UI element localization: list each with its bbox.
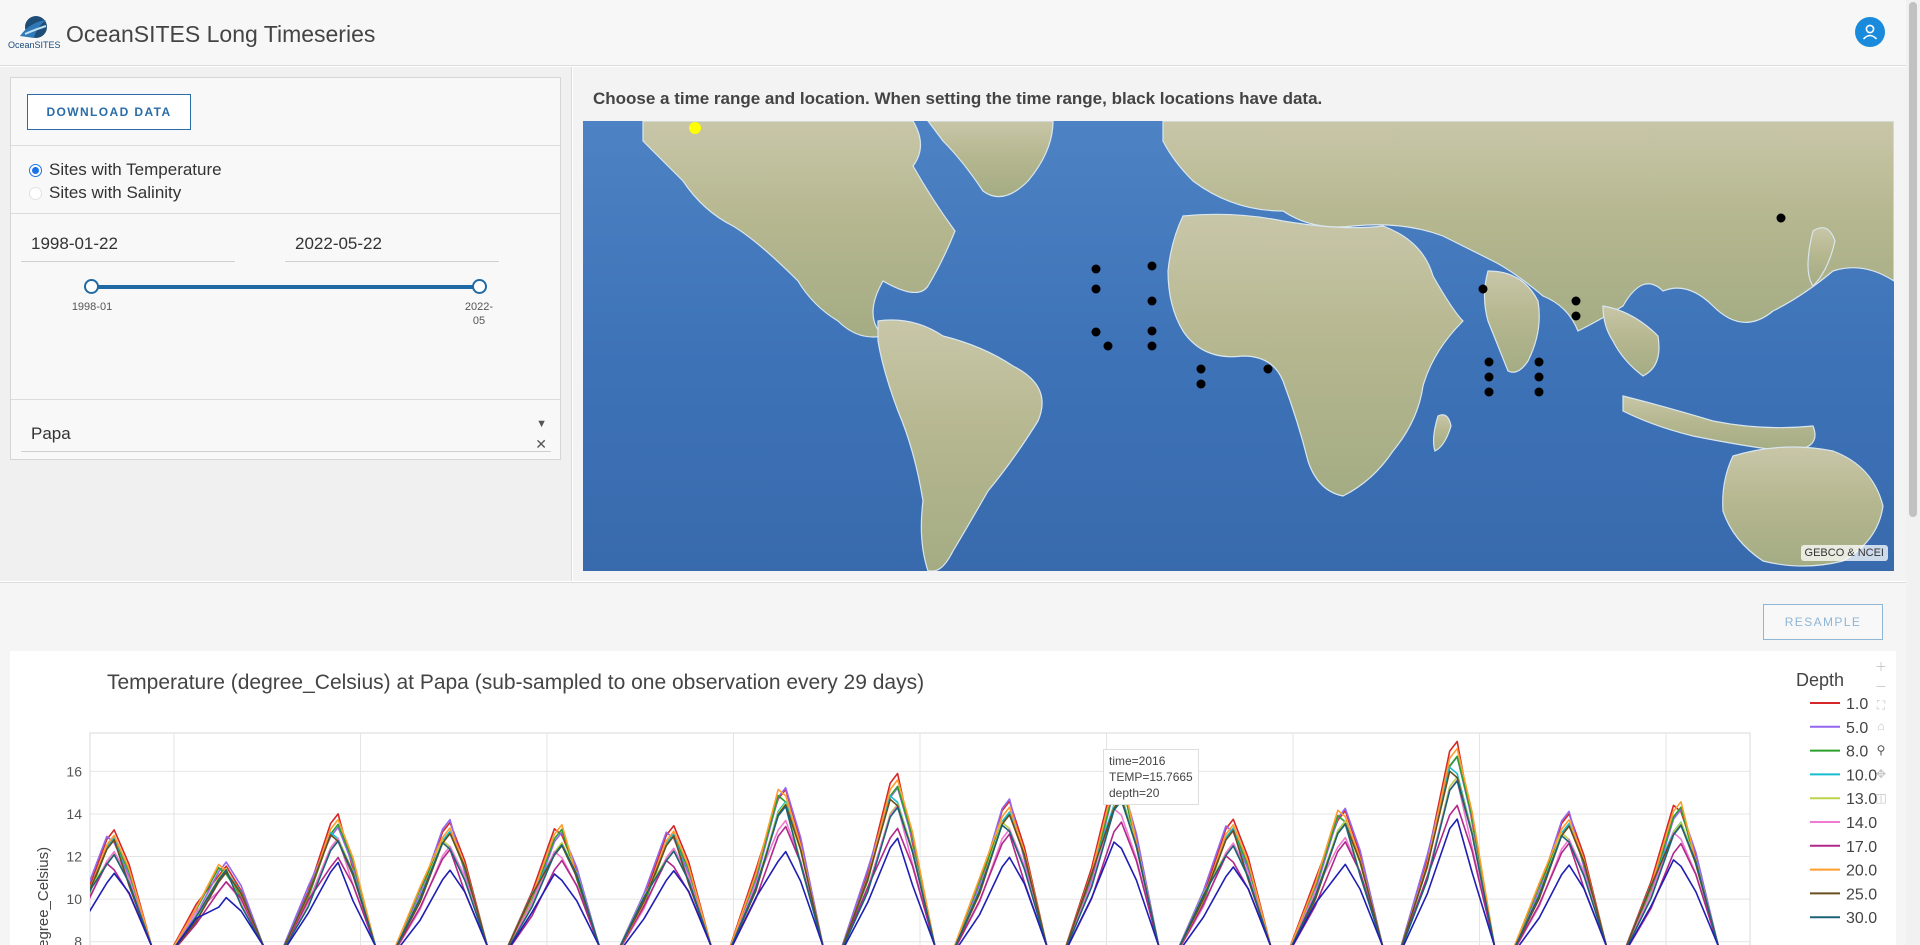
legend-item-label[interactable]: 1.0 xyxy=(1846,696,1868,713)
time-slider-track[interactable] xyxy=(91,285,479,289)
site-marker[interactable] xyxy=(1091,264,1101,274)
series-line-depth-31.0[interactable] xyxy=(55,818,1719,945)
site-marker[interactable] xyxy=(1147,326,1157,336)
legend-title: Depth xyxy=(1796,670,1845,690)
resample-button[interactable]: RESAMPLE xyxy=(1763,604,1883,640)
legend-item-label[interactable]: 13.0 xyxy=(1846,791,1877,808)
download-data-button[interactable]: DOWNLOAD DATA xyxy=(27,94,191,130)
site-marker[interactable] xyxy=(1147,341,1157,351)
site-marker[interactable] xyxy=(1147,261,1157,271)
tooltip-depth: depth=20 xyxy=(1109,786,1160,800)
site-marker[interactable] xyxy=(1571,296,1581,306)
user-icon xyxy=(1862,24,1878,40)
caret-down-icon[interactable]: ▼ xyxy=(536,418,547,430)
radio-temperature[interactable]: Sites with Temperature xyxy=(29,160,222,180)
app-header: OceanSITES OceanSITES Long Timeseries xyxy=(0,0,1906,66)
selected-site-marker[interactable] xyxy=(689,122,701,134)
site-dropdown[interactable]: Papa ▼ ✕ xyxy=(21,414,551,452)
chart-canvas[interactable]: 8 10 12 14 16 P (degree_Celsius) xyxy=(10,651,1896,945)
chart-card: Temperature (degree_Celsius) at Papa (su… xyxy=(10,651,1896,945)
legend-item-label[interactable]: 5.0 xyxy=(1846,720,1868,737)
slider-end-mark-year: 2022- xyxy=(464,301,494,313)
y-tick-label: 8 xyxy=(74,934,82,945)
site-marker[interactable] xyxy=(1091,284,1101,294)
home-icon[interactable]: ⌂ xyxy=(1874,719,1888,733)
logo-text: OceanSITES xyxy=(8,40,61,50)
site-marker[interactable] xyxy=(1196,364,1206,374)
pan-icon[interactable]: ✥ xyxy=(1874,767,1888,781)
chart-legend[interactable]: 1.05.08.010.013.014.017.020.025.030.031.… xyxy=(1796,693,1906,923)
y-tick-label: 10 xyxy=(66,891,82,907)
radio-salinity-dot[interactable] xyxy=(29,186,42,200)
radio-temperature-dot[interactable] xyxy=(29,163,42,177)
app-title: OceanSITES Long Timeseries xyxy=(66,21,376,47)
map-canvas[interactable] xyxy=(583,121,1894,571)
slider-start-mark: 1998-01 xyxy=(71,301,113,313)
site-marker[interactable] xyxy=(1534,387,1544,397)
chart-panel: RESAMPLE Temperature (degree_Celsius) at… xyxy=(0,582,1906,945)
legend-item-label[interactable]: 17.0 xyxy=(1846,839,1877,856)
slider-end-mark-month: 05 xyxy=(472,315,486,327)
y-tick-label: 12 xyxy=(66,849,82,865)
clear-icon[interactable]: ✕ xyxy=(535,436,547,453)
map-instruction: Choose a time range and location. When s… xyxy=(593,89,1323,108)
scrollbar-thumb[interactable] xyxy=(1909,2,1917,517)
legend-item-label[interactable]: 25.0 xyxy=(1846,886,1877,903)
site-marker[interactable] xyxy=(1103,341,1113,351)
site-marker[interactable] xyxy=(1484,372,1494,382)
site-dropdown-value: Papa xyxy=(31,424,71,443)
site-marker[interactable] xyxy=(1776,213,1786,223)
page-scrollbar[interactable] xyxy=(1906,0,1920,945)
download-section: DOWNLOAD DATA xyxy=(11,78,560,146)
site-marker[interactable] xyxy=(1484,387,1494,397)
camera-icon[interactable]: ◫ xyxy=(1874,791,1888,805)
legend-item-label[interactable]: 20.0 xyxy=(1846,863,1877,880)
time-slider-start-handle[interactable] xyxy=(84,279,99,294)
hover-tooltip: time=2016 TEMP=15.7665 depth=20 xyxy=(1103,749,1199,805)
chart-ylabel: P (degree_Celsius) xyxy=(35,847,52,945)
y-tick-label: 16 xyxy=(66,763,82,779)
variable-radio-group: Sites with Temperature Sites with Salini… xyxy=(11,146,560,214)
series-line-depth-8.0[interactable] xyxy=(55,755,1719,945)
zoom-out-icon[interactable]: － xyxy=(1874,678,1888,694)
site-select-section: Papa ▼ ✕ xyxy=(11,400,560,460)
tooltip-temp: TEMP=15.7665 xyxy=(1109,770,1193,784)
chart-series xyxy=(55,740,1719,945)
radio-salinity[interactable]: Sites with Salinity xyxy=(29,183,181,203)
radio-salinity-label: Sites with Salinity xyxy=(49,183,182,202)
user-account-button[interactable] xyxy=(1855,17,1885,47)
map-panel: Choose a time range and location. When s… xyxy=(573,67,1906,581)
radio-temperature-label: Sites with Temperature xyxy=(49,160,222,179)
y-tick-label: 14 xyxy=(66,806,82,822)
site-marker[interactable] xyxy=(1147,296,1157,306)
time-range-section: 1998-01-22 2022-05-22 1998-01 2022- 05 xyxy=(11,214,560,400)
site-marker[interactable] xyxy=(1534,357,1544,367)
legend-item-label[interactable]: 14.0 xyxy=(1846,815,1877,832)
map-attribution: GEBCO & NCEI xyxy=(1800,545,1888,561)
legend-item-label[interactable]: 10.0 xyxy=(1846,767,1877,784)
series-line-depth-5.0[interactable] xyxy=(55,756,1719,945)
zoom-in-icon[interactable]: ＋ xyxy=(1874,658,1888,674)
site-marker[interactable] xyxy=(1091,327,1101,337)
legend-item-label[interactable]: 30.0 xyxy=(1846,910,1877,923)
time-slider-end-handle[interactable] xyxy=(472,279,487,294)
site-marker[interactable] xyxy=(1196,379,1206,389)
tooltip-time: time=2016 xyxy=(1109,754,1166,768)
control-column: DOWNLOAD DATA Sites with Temperature Sit… xyxy=(0,67,572,581)
autoscale-icon[interactable]: ⛶ xyxy=(1874,698,1888,712)
start-date-input[interactable]: 1998-01-22 xyxy=(21,228,235,262)
site-map[interactable]: GEBCO & NCEI xyxy=(583,121,1894,571)
end-date-input[interactable]: 2022-05-22 xyxy=(285,228,499,262)
site-marker[interactable] xyxy=(1478,284,1488,294)
site-marker[interactable] xyxy=(1484,357,1494,367)
chart-yticks: 8 10 12 14 16 xyxy=(66,763,82,945)
site-marker[interactable] xyxy=(1571,311,1581,321)
legend-item-label[interactable]: 8.0 xyxy=(1846,744,1868,761)
control-card: DOWNLOAD DATA Sites with Temperature Sit… xyxy=(10,77,561,460)
site-marker[interactable] xyxy=(1534,372,1544,382)
zoom-icon[interactable]: ⚲ xyxy=(1874,743,1888,757)
site-marker[interactable] xyxy=(1263,364,1273,374)
